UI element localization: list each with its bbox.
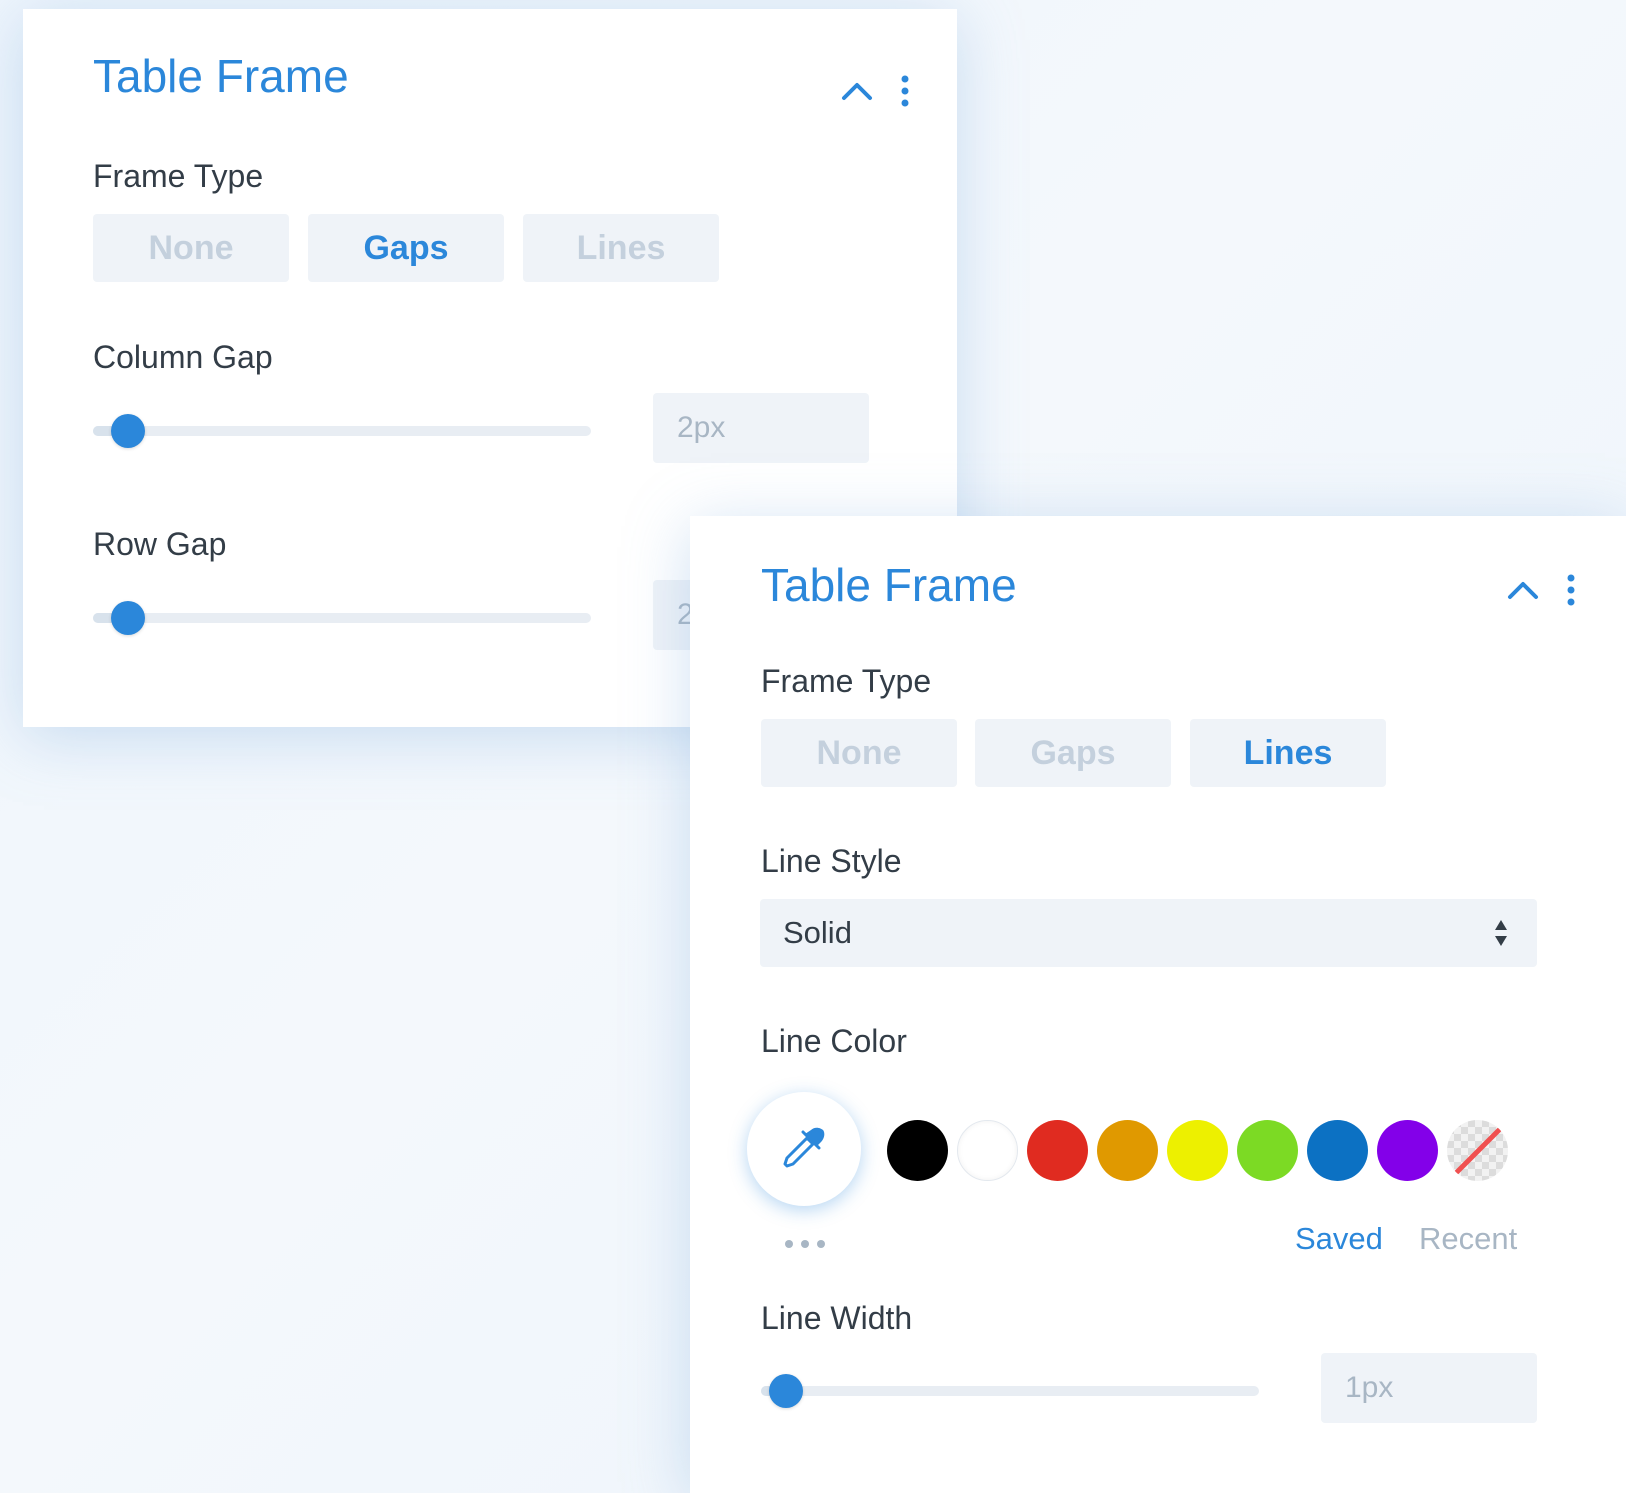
panel-title: Table Frame [761, 559, 1017, 611]
color-swatch-yellow[interactable] [1167, 1120, 1228, 1181]
frame-type-none-button[interactable]: None [761, 719, 957, 787]
frame-type-lines-button[interactable]: Lines [1190, 719, 1386, 787]
column-gap-input[interactable]: 2px [653, 393, 869, 463]
up-down-arrows-icon [1493, 918, 1509, 948]
line-style-select[interactable]: Solid [760, 899, 1537, 967]
frame-type-lines-button[interactable]: Lines [523, 214, 719, 282]
panel-title: Table Frame [93, 50, 349, 102]
row-gap-slider[interactable] [93, 601, 591, 635]
color-swatch-green[interactable] [1237, 1120, 1298, 1181]
color-swatch-transparent[interactable] [1447, 1120, 1508, 1181]
color-swatch-white[interactable] [957, 1120, 1018, 1181]
color-swatch-red[interactable] [1027, 1120, 1088, 1181]
horizontal-dots-icon[interactable] [783, 1237, 827, 1249]
color-swatch-orange[interactable] [1097, 1120, 1158, 1181]
chevron-up-icon[interactable] [1505, 572, 1541, 608]
row-gap-label: Row Gap [93, 526, 227, 562]
line-color-label: Line Color [761, 1023, 907, 1059]
slider-handle[interactable] [110, 414, 145, 448]
saved-colors-tab[interactable]: Saved [1295, 1223, 1383, 1254]
frame-type-label: Frame Type [93, 158, 264, 194]
slider-handle[interactable] [768, 1374, 803, 1408]
frame-type-label: Frame Type [761, 663, 932, 699]
eyedropper-icon [777, 1120, 831, 1179]
color-picker-button[interactable] [747, 1092, 861, 1206]
vertical-dots-icon[interactable] [895, 73, 915, 109]
line-width-slider[interactable] [761, 1374, 1259, 1408]
vertical-dots-icon[interactable] [1561, 572, 1581, 608]
line-width-label: Line Width [761, 1300, 913, 1336]
column-gap-label: Column Gap [93, 339, 273, 375]
line-style-value: Solid [783, 915, 852, 950]
recent-colors-tab[interactable]: Recent [1419, 1223, 1517, 1254]
chevron-up-icon[interactable] [839, 73, 875, 109]
frame-type-gaps-button[interactable]: Gaps [975, 719, 1171, 787]
table-frame-panel-lines: Table Frame Frame Type None Gaps Lines L… [690, 516, 1626, 1493]
line-style-label: Line Style [761, 843, 902, 879]
color-swatch-black[interactable] [887, 1120, 948, 1181]
color-swatch-purple[interactable] [1377, 1120, 1438, 1181]
color-swatch-blue[interactable] [1307, 1120, 1368, 1181]
frame-type-none-button[interactable]: None [93, 214, 289, 282]
slider-handle[interactable] [110, 601, 145, 635]
line-width-input[interactable]: 1px [1321, 1353, 1537, 1423]
frame-type-gaps-button[interactable]: Gaps [308, 214, 504, 282]
column-gap-slider[interactable] [93, 414, 591, 448]
